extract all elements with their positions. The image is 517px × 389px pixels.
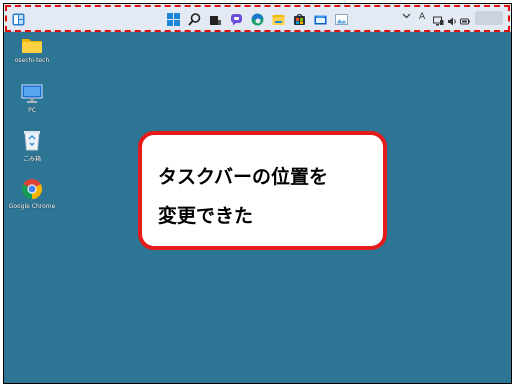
desktop-icon-label: Google Chrome — [8, 203, 56, 210]
chat-icon[interactable] — [230, 11, 243, 26]
desktop-icon-folder[interactable]: osechi-tech — [6, 36, 58, 64]
desktop-icon-pc[interactable]: PC — [6, 84, 58, 114]
clock[interactable] — [475, 11, 503, 25]
file-explorer-icon[interactable] — [272, 11, 285, 25]
desktop-icon-label: PC — [28, 107, 36, 114]
search-icon[interactable] — [188, 11, 201, 26]
volume-icon[interactable] — [447, 12, 460, 26]
desktop-screenshot: A osechi-tech PC ごみ箱 Google Chrome タスクバー… — [3, 3, 512, 384]
callout-line-1: タスクバーの位置を — [158, 166, 329, 188]
desktop-icon-chrome[interactable]: Google Chrome — [6, 178, 58, 210]
folder-icon — [22, 39, 42, 53]
start-icon[interactable] — [167, 11, 180, 26]
callout-line-2: 変更できた — [158, 205, 254, 227]
desktop-icon-label: osechi-tech — [14, 57, 50, 64]
annotation-callout: タスクバーの位置を 変更できた — [138, 131, 387, 250]
pc-icon — [21, 84, 43, 103]
mail-icon[interactable] — [314, 11, 327, 25]
ime-indicator[interactable]: A — [419, 11, 425, 23]
desktop-icon-label: ごみ箱 — [22, 156, 41, 163]
store-icon[interactable] — [293, 11, 306, 25]
network-icon[interactable] — [433, 12, 446, 26]
desktop-icon-recycle-bin[interactable]: ごみ箱 — [6, 129, 58, 163]
photos-icon[interactable] — [335, 11, 348, 25]
taskbar: A — [4, 4, 511, 32]
recycle-bin-icon — [24, 131, 40, 151]
chrome-icon — [21, 179, 43, 200]
widgets-icon[interactable] — [12, 11, 25, 26]
battery-icon[interactable] — [460, 12, 473, 25]
show-hidden-icons-chevron[interactable] — [402, 11, 411, 24]
task-view-icon[interactable] — [209, 11, 222, 25]
edge-icon[interactable] — [251, 11, 264, 26]
